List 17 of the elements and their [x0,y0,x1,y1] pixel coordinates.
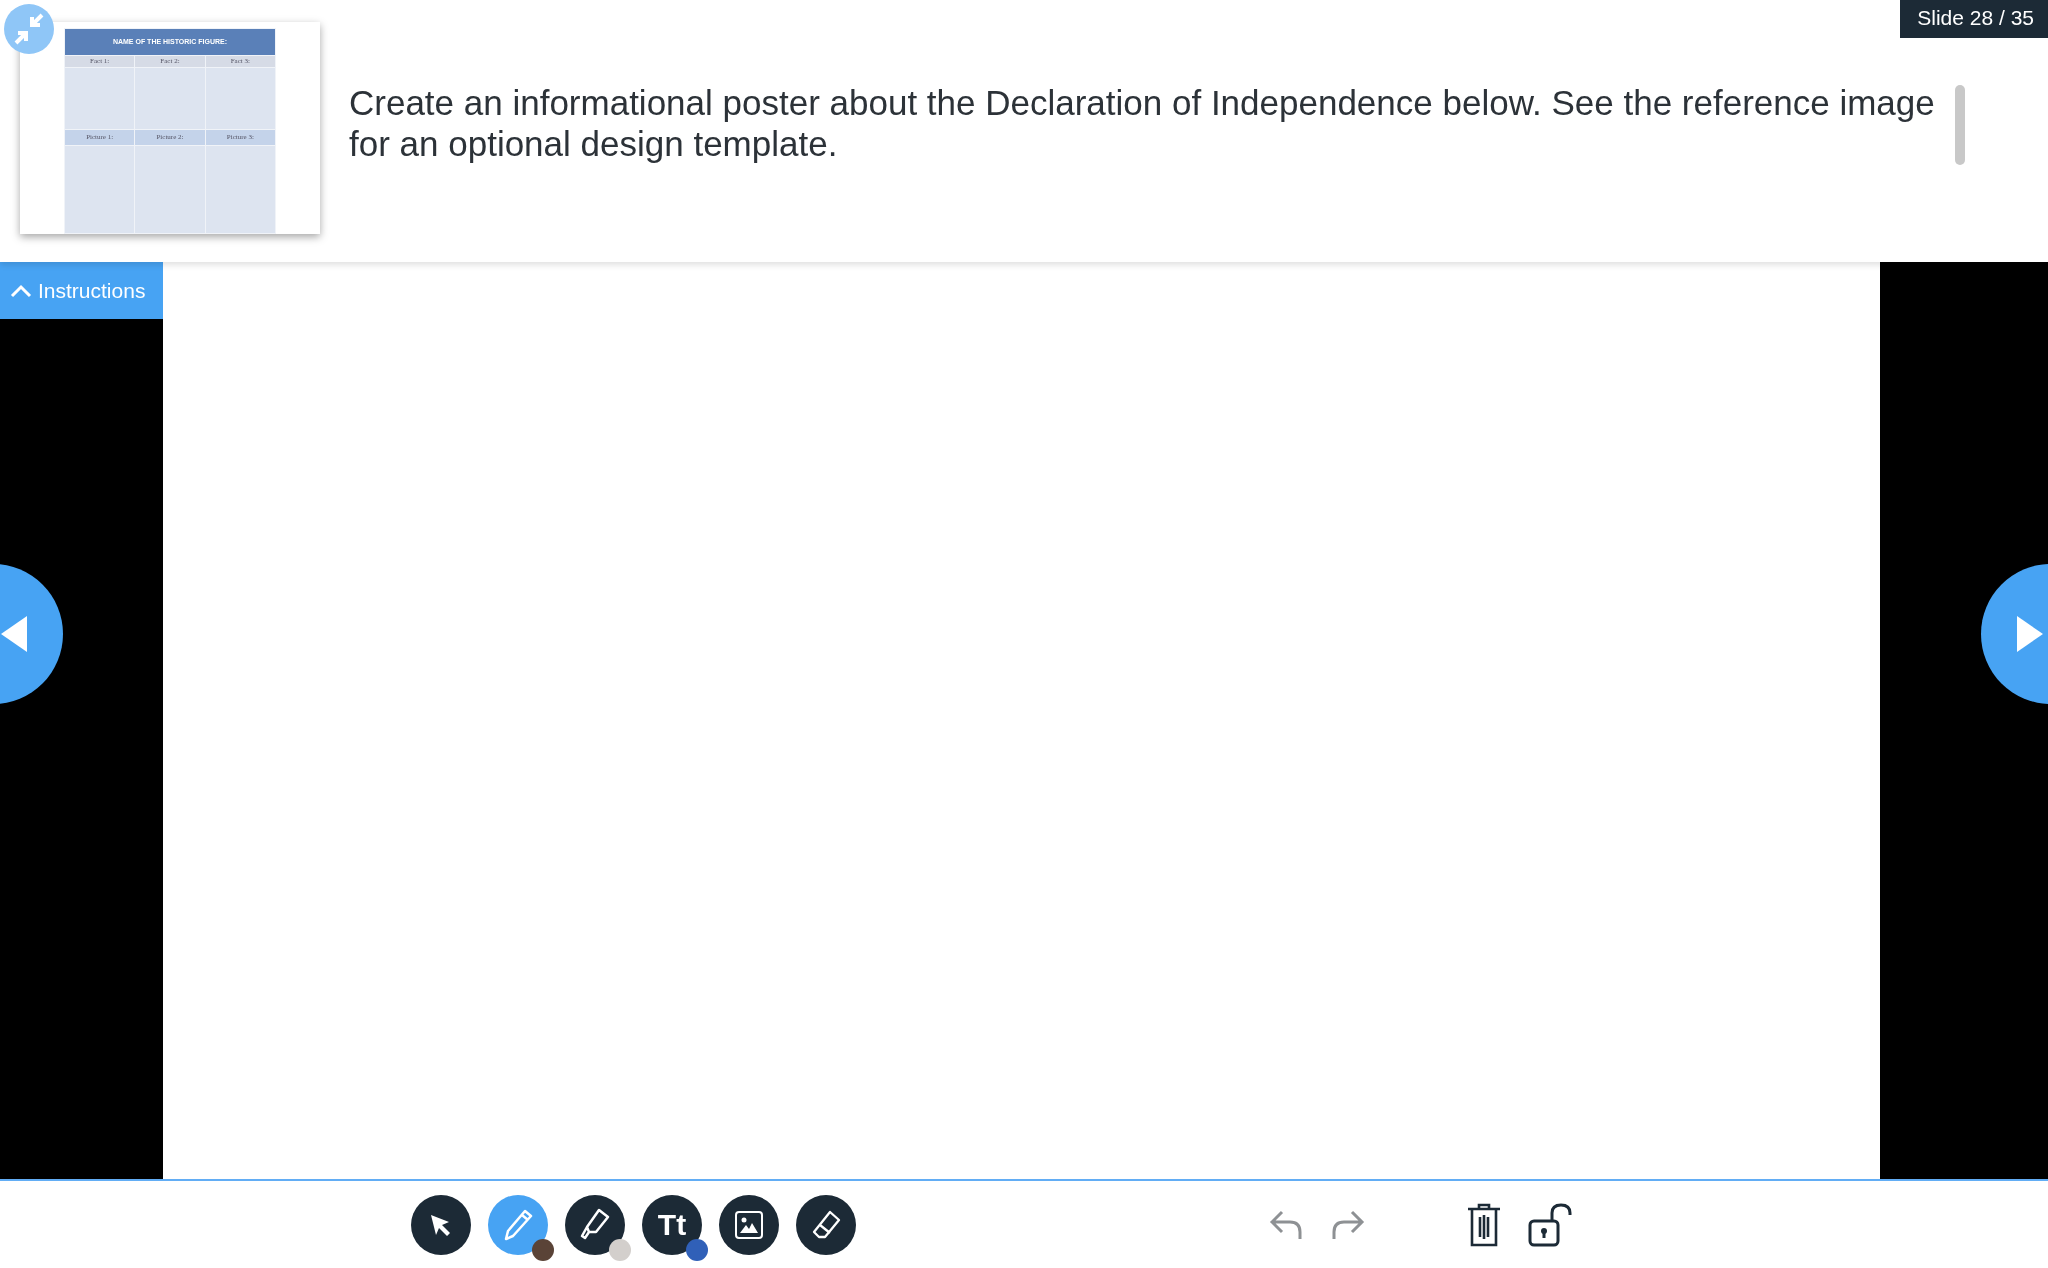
text-tool[interactable]: Tt [642,1194,702,1255]
color-dot[interactable] [609,1238,631,1261]
chevron-icon [10,283,32,298]
pencil-icon [503,1208,533,1241]
right-triangle-icon [2015,614,2045,654]
image-icon [734,1209,764,1240]
slide-counter: Slide 28 / 35 [1900,0,2048,38]
instructions-text: Create an informational poster about the Declaration of Independence below. See the reference image for an optional design template. [349,82,1936,165]
highlighter-icon [579,1207,611,1242]
scrollbar[interactable] [1955,85,1965,165]
eraser-icon [811,1209,841,1240]
delete-button[interactable] [1466,1202,1502,1247]
left-triangle-icon [0,614,29,654]
color-dot[interactable] [532,1238,554,1261]
color-dot[interactable] [686,1238,708,1261]
lock-button[interactable] [1528,1202,1574,1247]
text-tool-label: Tt [657,1207,687,1242]
